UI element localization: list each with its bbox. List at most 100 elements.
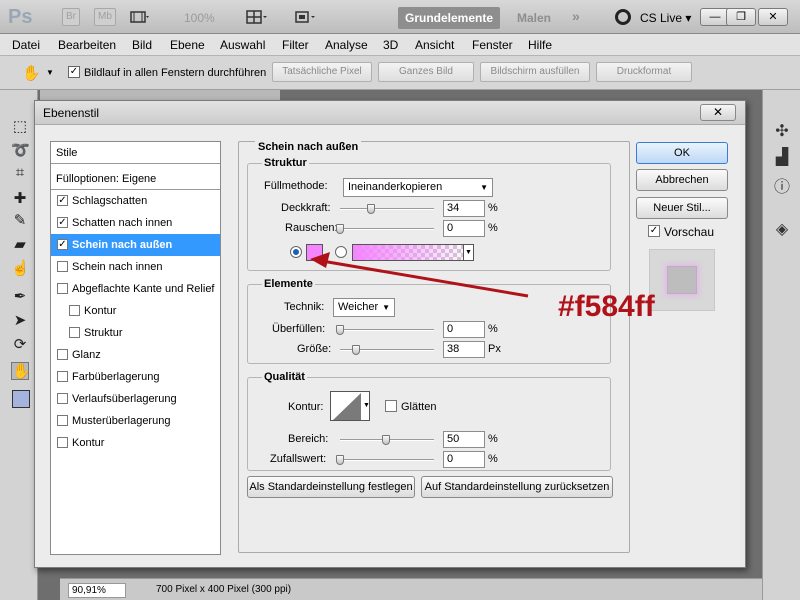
style-item-satin[interactable]: Glanz (51, 344, 220, 366)
menu-analyse[interactable]: Analyse (325, 38, 368, 52)
app-close-button[interactable]: ✕ (758, 8, 788, 26)
menu-auswahl[interactable]: Auswahl (220, 38, 265, 52)
gradient-radio[interactable] (335, 246, 347, 258)
smudge-tool-icon[interactable]: ☝ (11, 260, 30, 278)
reset-to-default-button[interactable]: Auf Standardeinstellung zurücksetzen (421, 476, 613, 498)
range-input[interactable]: 50 (443, 431, 485, 448)
menu-filter[interactable]: Filter (282, 38, 309, 52)
healing-brush-icon[interactable]: ✚ (11, 190, 29, 208)
menu-fenster[interactable]: Fenster (472, 38, 513, 52)
crop-tool-icon[interactable]: ⌗ (11, 164, 29, 182)
checkbox[interactable] (57, 349, 68, 360)
brush-tool-icon[interactable]: ✎ (11, 212, 29, 230)
preview-checkbox[interactable]: ✓ (648, 225, 660, 237)
style-item-pattern-overlay[interactable]: Musterüberlagerung (51, 410, 220, 432)
checkbox[interactable]: ✓ (57, 217, 68, 228)
path-selection-icon[interactable]: ➤ (11, 312, 29, 330)
technique-select[interactable]: Weicher ▼ (333, 298, 395, 317)
style-item-color-overlay[interactable]: Farbüberlagerung (51, 366, 220, 388)
checkbox[interactable] (69, 327, 80, 338)
layers-icon[interactable]: ◈ (772, 220, 792, 240)
checkbox[interactable] (69, 305, 80, 316)
minibridge-button[interactable]: Mb (94, 8, 116, 26)
style-item-stroke[interactable]: Kontur (51, 432, 220, 454)
spread-slider-thumb[interactable] (336, 325, 344, 335)
menu-bild[interactable]: Bild (132, 38, 152, 52)
style-item-texture[interactable]: Struktur (51, 322, 220, 344)
cs-live-menu[interactable]: CS Live ▾ (640, 11, 691, 25)
opacity-slider-thumb[interactable] (367, 204, 375, 214)
menu-3d[interactable]: 3D (383, 38, 398, 52)
jitter-input[interactable]: 0 (443, 451, 485, 468)
glow-color-swatch[interactable] (306, 244, 323, 261)
style-item-gradient-overlay[interactable]: Verlaufsüberlagerung (51, 388, 220, 410)
hand-tool-preset-icon[interactable]: ✋ (22, 64, 41, 82)
glow-gradient-picker[interactable] (352, 244, 474, 261)
scroll-all-windows-checkbox[interactable]: ✓ (68, 66, 80, 78)
dialog-close-button[interactable]: ✕ (700, 104, 736, 121)
foreground-color-swatch[interactable] (12, 390, 30, 408)
histogram-icon[interactable]: ▟ (772, 148, 792, 168)
menu-ansicht[interactable]: Ansicht (415, 38, 454, 52)
style-item-contour[interactable]: Kontur (51, 300, 220, 322)
checkbox[interactable] (57, 393, 68, 404)
style-item-inner-shadow[interactable]: ✓ Schatten nach innen (51, 212, 220, 234)
checkbox[interactable] (57, 437, 68, 448)
spread-input[interactable]: 0 (443, 321, 485, 338)
eraser-tool-icon[interactable]: ▰ (11, 236, 29, 254)
jitter-slider-thumb[interactable] (336, 455, 344, 465)
actual-pixels-button[interactable]: Tatsächliche Pixel (272, 62, 372, 82)
size-input[interactable]: 38 (443, 341, 485, 358)
style-item-blending-options[interactable]: Fülloptionen: Eigene (51, 168, 220, 190)
marquee-tool-icon[interactable]: ⬚ (11, 118, 29, 136)
lasso-tool-icon[interactable]: ➰ (11, 142, 30, 160)
restore-button[interactable]: ❐ (726, 8, 756, 26)
noise-input[interactable]: 0 (443, 220, 485, 237)
style-item-styles[interactable]: Stile (51, 142, 220, 164)
fit-screen-button[interactable]: Ganzes Bild (378, 62, 474, 82)
menu-ebene[interactable]: Ebene (170, 38, 205, 52)
range-slider-thumb[interactable] (382, 435, 390, 445)
navigator-icon[interactable]: ✣ (772, 122, 792, 142)
chevron-down-icon[interactable]: ▼ (463, 244, 474, 261)
screen-mode-icon[interactable] (294, 9, 315, 25)
print-size-button[interactable]: Druckformat (596, 62, 692, 82)
solid-color-radio[interactable] (290, 246, 302, 258)
workspace-painting-button[interactable]: Malen (517, 11, 551, 25)
spread-slider-track[interactable] (340, 329, 434, 331)
view-extras-icon[interactable] (130, 9, 150, 25)
arrange-documents-icon[interactable] (246, 9, 267, 25)
info-icon[interactable]: ⓘ (772, 178, 792, 198)
opacity-input[interactable]: 34 (443, 200, 485, 217)
ok-button[interactable]: OK (636, 142, 728, 164)
opacity-slider-track[interactable] (340, 208, 434, 210)
style-item-bevel-emboss[interactable]: Abgeflachte Kante und Relief (51, 278, 220, 300)
noise-slider-track[interactable] (340, 228, 434, 230)
jitter-slider-track[interactable] (340, 459, 434, 461)
make-default-button[interactable]: Als Standardeinstellung festlegen (247, 476, 415, 498)
checkbox[interactable]: ✓ (57, 239, 68, 250)
anti-aliased-checkbox[interactable] (385, 400, 397, 412)
noise-slider-thumb[interactable] (336, 224, 344, 234)
style-item-inner-glow[interactable]: Schein nach innen (51, 256, 220, 278)
checkbox[interactable] (57, 283, 68, 294)
fill-screen-button[interactable]: Bildschirm ausfüllen (480, 62, 590, 82)
size-slider-thumb[interactable] (352, 345, 360, 355)
bridge-button[interactable]: Br (62, 8, 80, 26)
menu-bearbeiten[interactable]: Bearbeiten (58, 38, 116, 52)
checkbox[interactable] (57, 371, 68, 382)
dialog-title-bar[interactable]: Ebenenstil ✕ (35, 101, 745, 125)
workspace-essentials-button[interactable]: Grundelemente (398, 7, 500, 29)
3d-rotate-icon[interactable]: ⟳ (11, 336, 29, 354)
workspace-more-icon[interactable]: » (572, 8, 580, 24)
new-style-button[interactable]: Neuer Stil... (636, 197, 728, 219)
checkbox[interactable] (57, 261, 68, 272)
chevron-down-icon[interactable]: ▼ (363, 402, 370, 409)
zoom-input[interactable]: 90,91% (68, 583, 126, 598)
blend-mode-select[interactable]: Ineinanderkopieren ▼ (343, 178, 493, 197)
menu-datei[interactable]: Datei (12, 38, 40, 52)
menu-hilfe[interactable]: Hilfe (528, 38, 552, 52)
zoom-level-display[interactable]: 100% (184, 11, 215, 25)
chevron-down-icon[interactable]: ▼ (46, 68, 54, 77)
style-item-drop-shadow[interactable]: ✓ Schlagschatten (51, 190, 220, 212)
